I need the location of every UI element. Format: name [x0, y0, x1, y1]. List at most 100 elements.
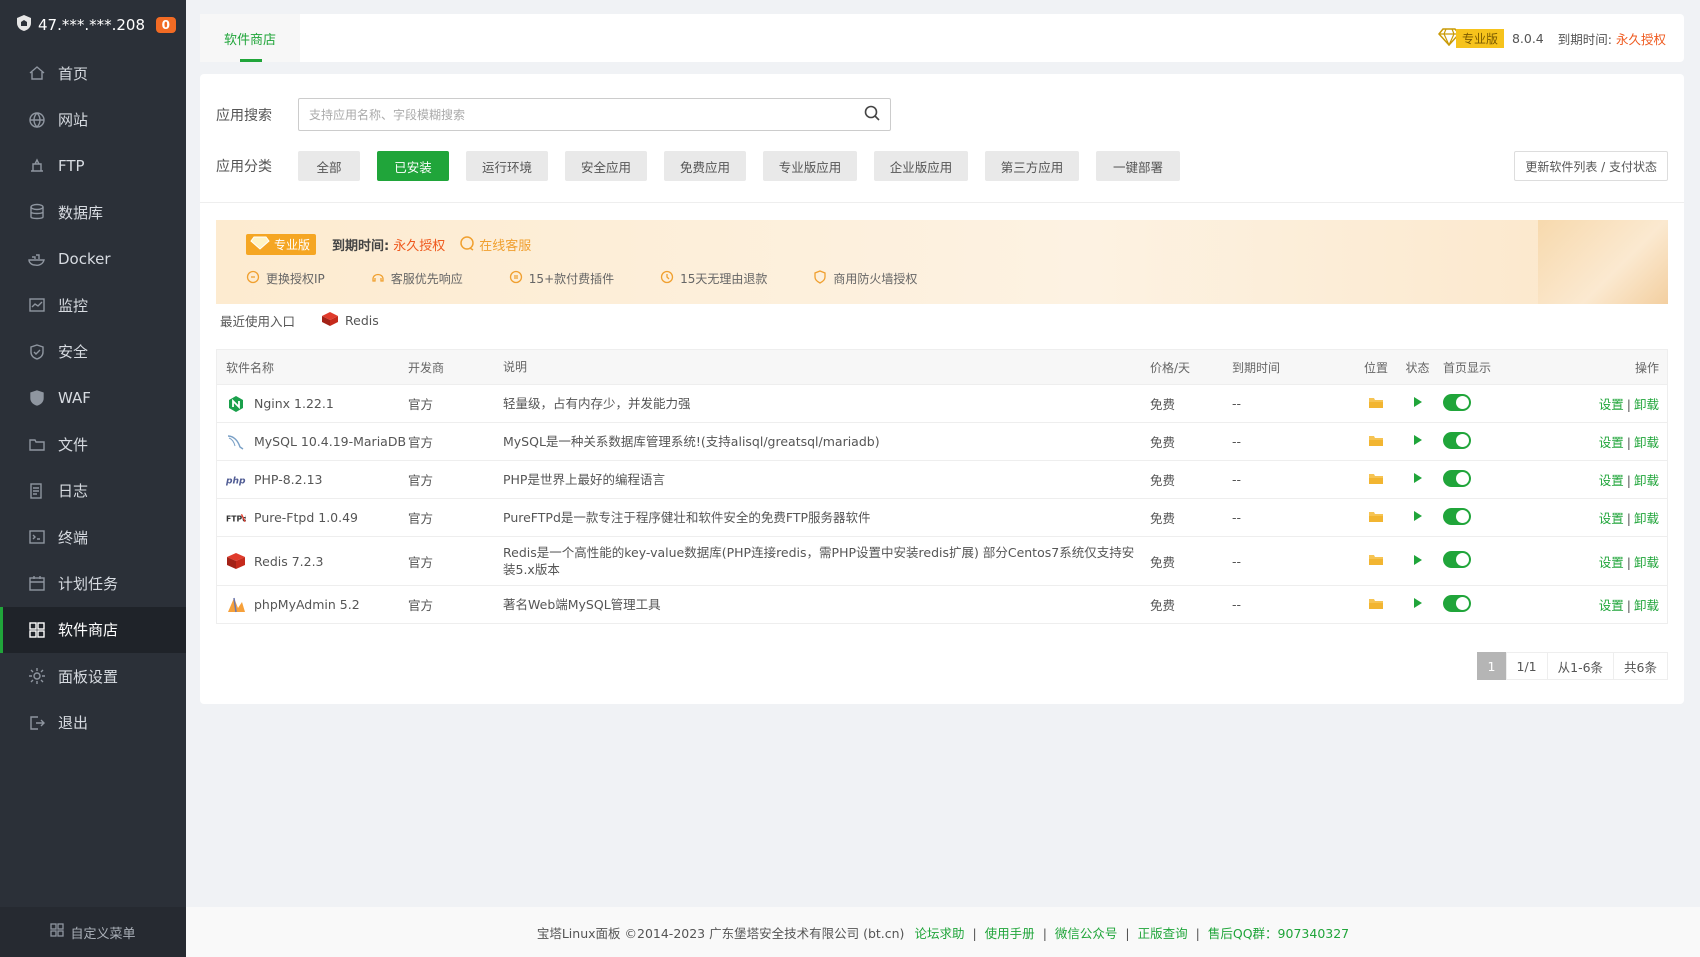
sidebar-item-4[interactable]: Docker [0, 236, 186, 282]
folder-icon[interactable] [1368, 510, 1384, 526]
play-icon[interactable] [1413, 510, 1423, 525]
footer-link-2[interactable]: 微信公众号 [1055, 926, 1118, 941]
sidebar-item-label: FTP [58, 156, 85, 175]
actions-cell: 设置 | 卸载 [1518, 470, 1667, 489]
category-button-4[interactable]: 免费应用 [664, 151, 746, 181]
column-header: 到期时间 [1232, 360, 1281, 375]
description: Redis是一个高性能的key-value数据库(PHP连接redis，需PHP… [503, 545, 1135, 577]
feature-icon [813, 270, 827, 287]
price: 免费 [1150, 435, 1176, 450]
play-icon[interactable] [1413, 396, 1423, 411]
sidebar-item-label: 面板设置 [58, 667, 119, 686]
expire-time: -- [1232, 597, 1242, 612]
play-icon[interactable] [1413, 434, 1423, 449]
category-button-3[interactable]: 安全应用 [565, 151, 647, 181]
footer-link-0[interactable]: 论坛求助 [914, 926, 964, 941]
pro-badge[interactable]: 专业版 [1437, 27, 1504, 49]
sidebar-item-12[interactable]: 软件商店 [0, 606, 186, 654]
uninstall-link[interactable]: 卸载 [1634, 435, 1659, 450]
settings-link[interactable]: 设置 [1599, 397, 1624, 412]
expire-value[interactable]: 永久授权 [1616, 29, 1666, 48]
homepage-display-cell [1438, 551, 1518, 571]
search-icon[interactable] [864, 105, 880, 124]
footer-link-1[interactable]: 使用手册 [985, 926, 1035, 941]
actions-cell: 设置 | 卸载 [1518, 508, 1667, 527]
log-icon [28, 482, 46, 500]
tab-software-store[interactable]: 软件商店 [200, 14, 301, 62]
home-icon [28, 64, 46, 82]
homepage-toggle[interactable] [1443, 551, 1471, 568]
svg-text:php: php [226, 476, 246, 485]
server-ip: 47.***.***.208 [38, 16, 146, 34]
developer: 官方 [408, 598, 434, 613]
play-icon[interactable] [1413, 597, 1423, 612]
sidebar-item-8[interactable]: 文件 [0, 421, 186, 467]
expire-time: -- [1232, 472, 1242, 487]
uninstall-link[interactable]: 卸载 [1634, 397, 1659, 412]
sidebar-item-6[interactable]: 安全 [0, 328, 186, 374]
sidebar-item-1[interactable]: 网站 [0, 96, 186, 142]
settings-link[interactable]: 设置 [1599, 598, 1624, 613]
page-current[interactable]: 1 [1476, 652, 1507, 680]
sidebar-item-9[interactable]: 日志 [0, 468, 186, 514]
uninstall-link[interactable]: 卸载 [1634, 511, 1659, 526]
location-cell [1355, 472, 1397, 488]
sidebar-item-0[interactable]: 首页 [0, 50, 186, 96]
page-count: 1/1 [1505, 652, 1548, 680]
category-button-1[interactable]: 已安装 [377, 151, 449, 181]
column-header: 首页显示 [1443, 360, 1492, 375]
category-button-6[interactable]: 企业版应用 [874, 151, 968, 181]
folder-icon[interactable] [1368, 597, 1384, 613]
uninstall-link[interactable]: 卸载 [1634, 598, 1659, 613]
software-name: Redis 7.2.3 [254, 553, 324, 569]
recent-item-redis[interactable]: Redis [345, 313, 379, 328]
mysql-icon [226, 432, 246, 452]
homepage-toggle[interactable] [1443, 469, 1471, 487]
category-button-2[interactable]: 运行环境 [466, 151, 548, 181]
settings-link[interactable]: 设置 [1599, 555, 1624, 570]
category-button-5[interactable]: 专业版应用 [763, 151, 857, 181]
online-service-link[interactable]: 在线客服 [479, 235, 531, 254]
folder-icon[interactable] [1368, 434, 1384, 450]
settings-link[interactable]: 设置 [1599, 435, 1624, 450]
sidebar-item-3[interactable]: 数据库 [0, 189, 186, 235]
settings-link[interactable]: 设置 [1599, 473, 1624, 488]
sidebar-item-14[interactable]: 退出 [0, 699, 186, 745]
notification-badge[interactable]: 0 [155, 17, 176, 33]
footer-link-3[interactable]: 正版查询 [1138, 926, 1188, 941]
banner-decoration [1538, 220, 1668, 304]
search-input[interactable]: 支持应用名称、字段模糊搜索 [298, 98, 891, 131]
sidebar-item-11[interactable]: 计划任务 [0, 560, 186, 606]
footer-link-4[interactable]: 售后QQ群：907340327 [1208, 926, 1349, 941]
action-separator: | [1626, 554, 1631, 570]
banner-feature: 15天无理由退款 [660, 270, 767, 287]
footer-separator: | [1195, 925, 1200, 941]
status-cell [1397, 554, 1438, 569]
ftpd-icon: FTPd [226, 508, 246, 528]
price: 免费 [1150, 511, 1176, 526]
update-list-button[interactable]: 更新软件列表 / 支付状态 [1514, 151, 1668, 181]
uninstall-link[interactable]: 卸载 [1634, 555, 1659, 570]
folder-icon[interactable] [1368, 553, 1384, 569]
homepage-toggle[interactable] [1443, 431, 1471, 449]
folder-icon[interactable] [1368, 472, 1384, 488]
sidebar-item-10[interactable]: 终端 [0, 514, 186, 560]
folder-icon[interactable] [1368, 396, 1384, 412]
location-cell [1355, 396, 1397, 412]
uninstall-link[interactable]: 卸载 [1634, 473, 1659, 488]
homepage-toggle[interactable] [1443, 594, 1471, 612]
sidebar-item-5[interactable]: 监控 [0, 282, 186, 328]
software-name-cell: Nginx 1.22.1 [217, 394, 408, 414]
category-button-8[interactable]: 一键部署 [1096, 151, 1180, 181]
settings-link[interactable]: 设置 [1599, 511, 1624, 526]
category-button-7[interactable]: 第三方应用 [985, 151, 1079, 181]
play-icon[interactable] [1413, 554, 1423, 569]
play-icon[interactable] [1413, 472, 1423, 487]
sidebar-item-2[interactable]: FTP [0, 143, 186, 189]
homepage-toggle[interactable] [1443, 507, 1471, 525]
sidebar-item-13[interactable]: 面板设置 [0, 653, 186, 699]
homepage-toggle[interactable] [1443, 393, 1471, 411]
category-button-0[interactable]: 全部 [298, 151, 360, 181]
sidebar-item-7[interactable]: WAF [0, 375, 186, 421]
custom-menu-button[interactable]: 自定义菜单 [0, 907, 186, 957]
